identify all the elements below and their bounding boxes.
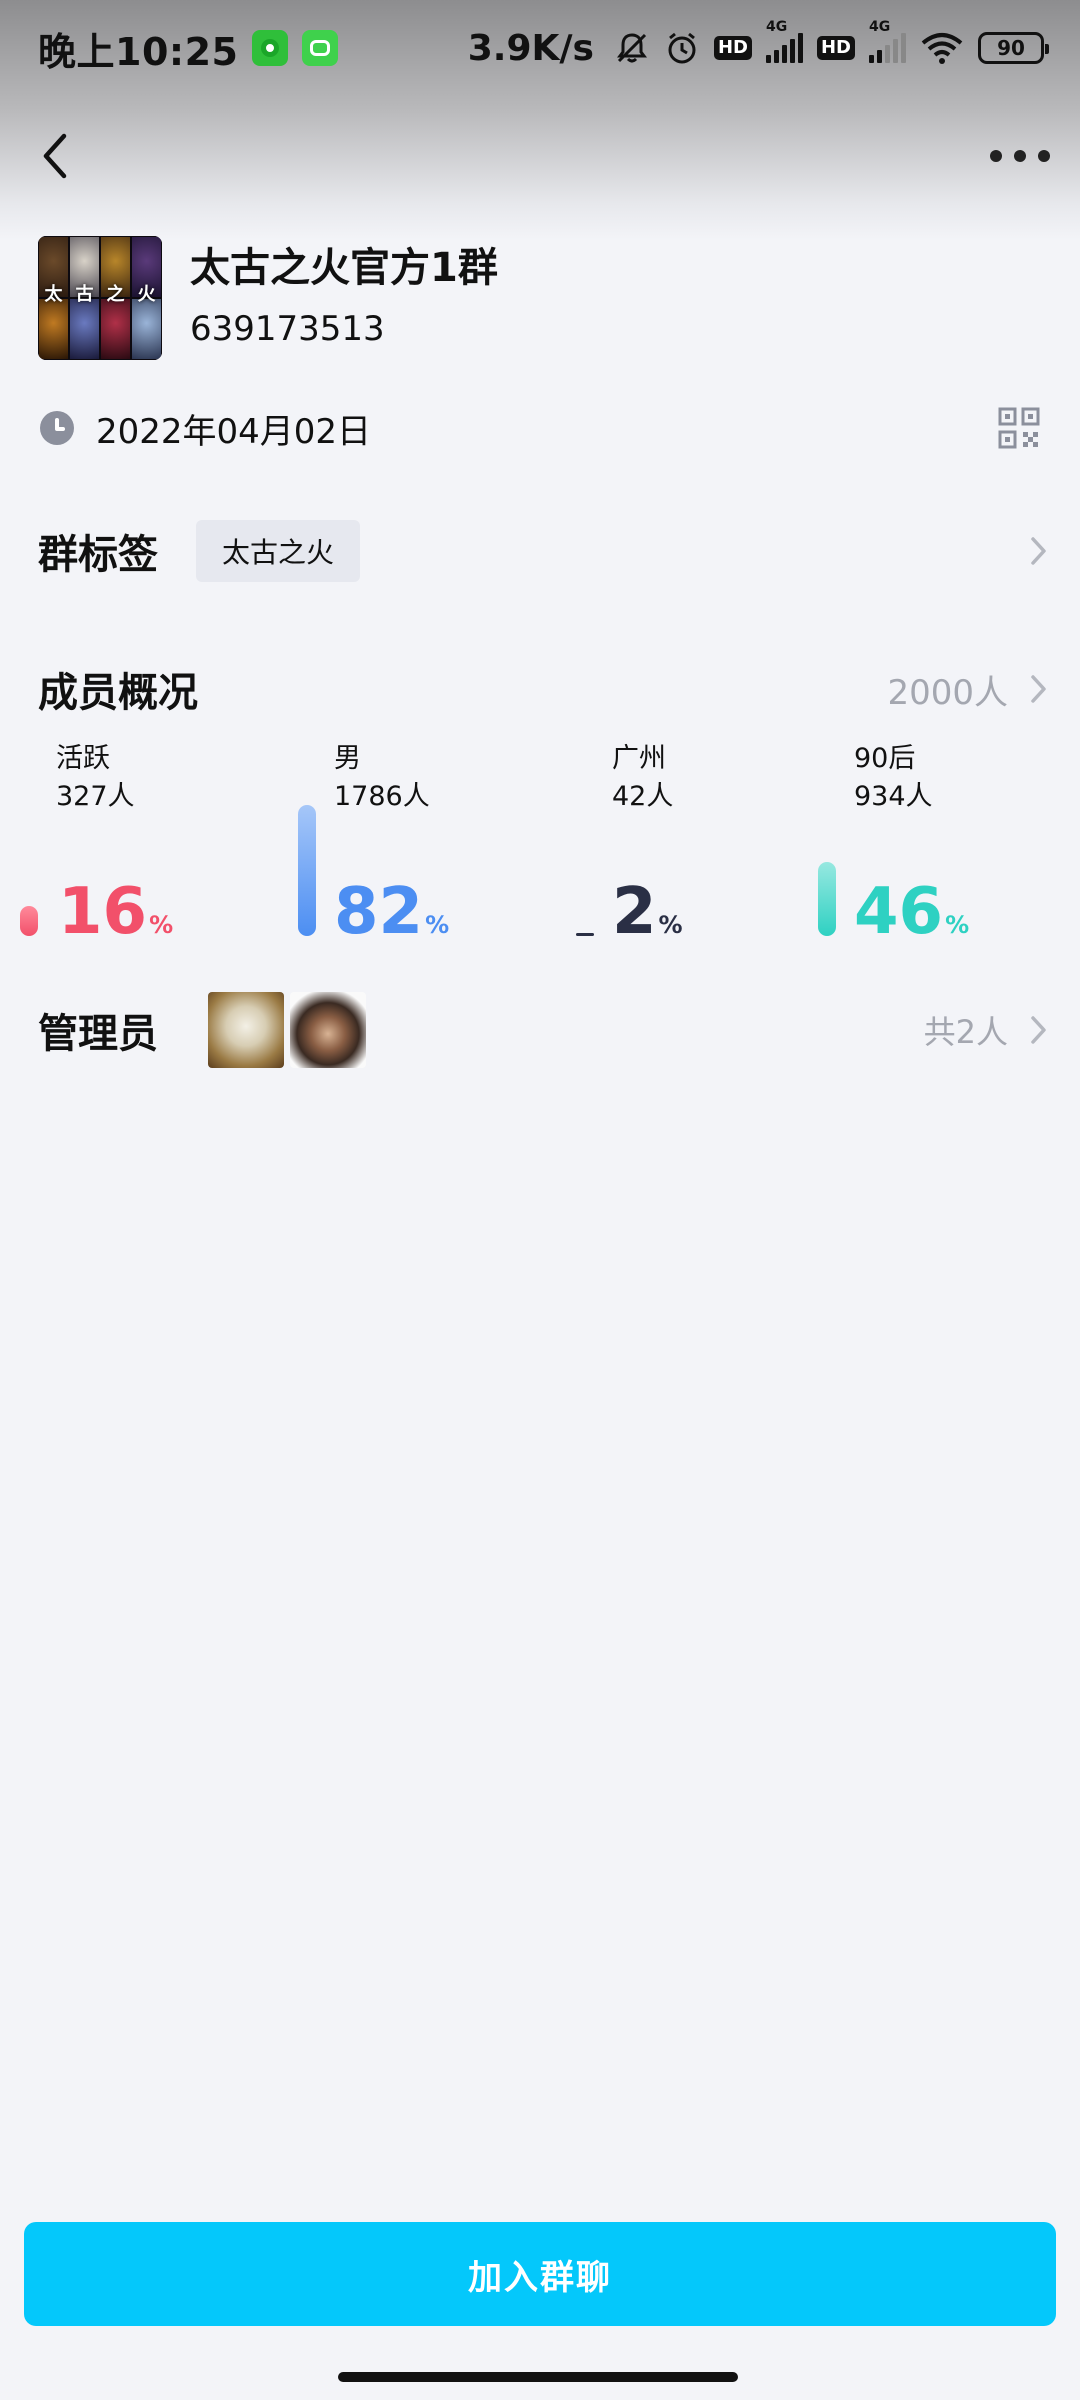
stat-label: 90后 [854, 743, 916, 774]
members-total: 2000人 [887, 672, 1008, 713]
stat-count: 42人 [612, 781, 674, 812]
members-overview-row[interactable]: 成员概况 2000人 [38, 654, 1050, 724]
group-tags-row[interactable]: 群标签 太古之火 [38, 516, 1050, 586]
stat-percent: 82% [334, 875, 450, 949]
admin-avatar[interactable] [208, 992, 284, 1068]
stat-label: 活跃 [56, 743, 110, 774]
stat-label: 广州 [612, 743, 666, 774]
stat-count: 1786人 [334, 781, 430, 812]
stat-age: 90后 934人 [854, 740, 933, 816]
created-date-row: 2022年04月02日 [40, 398, 1040, 458]
status-bar: 晚上10:25 3.9K/s HD 4G HD 4G 90 [0, 0, 1080, 96]
group-info: 太古之火官方1群 639173513 [190, 236, 498, 360]
signal-icon-2: 4G [869, 19, 906, 63]
group-id: 639173513 [190, 309, 385, 349]
join-group-button[interactable]: 加入群聊 [24, 2222, 1056, 2326]
admins-count: 共2人 [923, 1013, 1008, 1051]
nav-bar [0, 110, 1080, 200]
back-chevron-icon[interactable] [34, 128, 84, 184]
clock-icon [40, 411, 74, 445]
status-time: 晚上10:25 [38, 29, 239, 74]
group-avatar[interactable]: 太 古 之 火 [38, 236, 162, 360]
hd-icon: HD [713, 36, 752, 60]
wifi-icon [920, 31, 964, 65]
members-title: 成员概况 [38, 670, 198, 716]
robot-notification-icon [302, 30, 339, 66]
alarm-icon [664, 30, 700, 66]
stat-percent: 2% [612, 875, 683, 949]
admin-avatar[interactable] [290, 992, 366, 1068]
chevron-right-icon [1028, 534, 1050, 568]
net-speed: 3.9K/s [467, 27, 594, 69]
stat-label: 男 [334, 743, 361, 774]
stat-bar [298, 805, 316, 936]
member-stats: 活跃 327人 16% 男 1786人 82% 广州 42人 2% 90后 93… [0, 740, 1080, 950]
avatar-title: 太 古 之 火 [44, 284, 156, 305]
admin-avatars [208, 992, 366, 1068]
mute-bell-icon [614, 30, 650, 66]
stat-count: 934人 [854, 781, 933, 812]
stat-count: 327人 [56, 781, 135, 812]
hd-icon-2: HD [816, 36, 855, 60]
chevron-right-icon [1028, 1013, 1050, 1047]
qr-code-icon[interactable] [998, 407, 1040, 449]
screen: 晚上10:25 3.9K/s HD 4G HD 4G 90 太 古 之 火 太古… [0, 0, 1080, 2400]
home-indicator [338, 2372, 738, 2382]
stat-bar [818, 862, 836, 936]
stat-location: 广州 42人 [612, 740, 673, 816]
status-right: 3.9K/s HD 4G HD 4G 90 [467, 19, 1049, 69]
stat-active: 活跃 327人 [56, 740, 135, 816]
group-header: 太 古 之 火 太古之火官方1群 639173513 [38, 236, 498, 360]
signal-icon: 4G [765, 19, 803, 63]
battery-icon: 90 [978, 32, 1049, 64]
stat-percent: 16% [58, 875, 174, 949]
stat-gender: 男 1786人 [334, 740, 430, 816]
admins-title: 管理员 [38, 1011, 158, 1057]
stat-bar [576, 933, 594, 936]
chevron-right-icon [1028, 672, 1050, 706]
more-dots-icon[interactable] [990, 136, 1050, 176]
group-name: 太古之火官方1群 [190, 245, 498, 291]
tags-title: 群标签 [38, 532, 158, 578]
admins-row[interactable]: 管理员 共2人 [38, 992, 1050, 1068]
app-notification-icon [252, 30, 289, 66]
tag-chip: 太古之火 [196, 520, 361, 582]
stat-bar [20, 906, 38, 936]
created-date: 2022年04月02日 [96, 411, 372, 452]
stat-percent: 46% [854, 875, 970, 949]
